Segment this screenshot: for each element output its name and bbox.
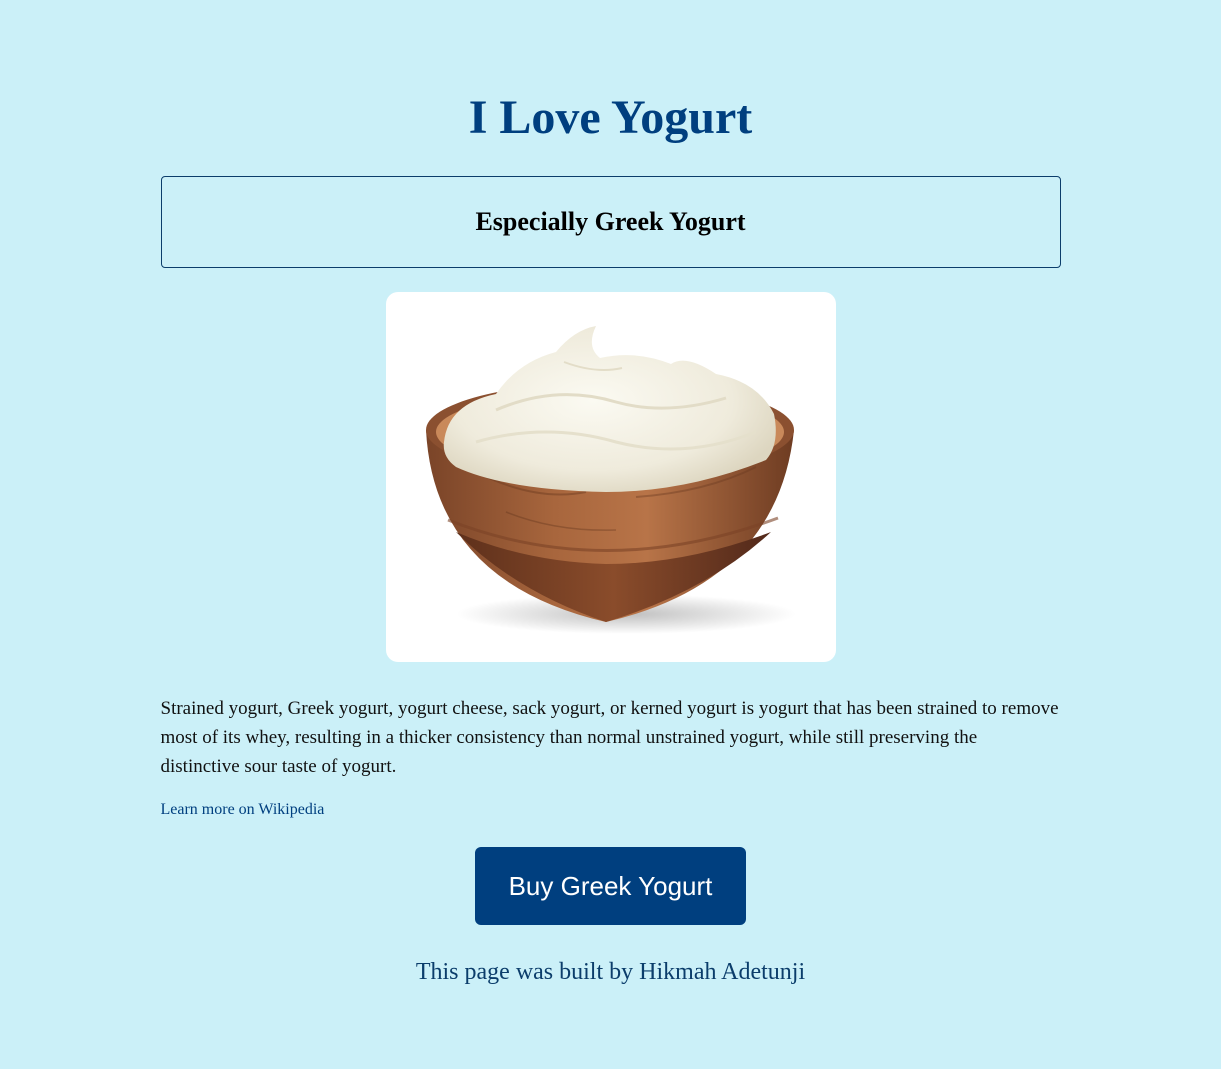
page-container: I Love Yogurt Especially Greek Yogurt St…	[160, 0, 1061, 986]
yogurt-bowl-illustration	[425, 326, 796, 634]
yogurt-image	[385, 292, 836, 662]
subtitle-box: Especially Greek Yogurt	[160, 176, 1061, 268]
wikipedia-link[interactable]: Learn more on Wikipedia	[161, 801, 325, 819]
buy-greek-yogurt-button[interactable]: Buy Greek Yogurt	[475, 847, 746, 925]
page-subtitle: Especially Greek Yogurt	[475, 207, 746, 236]
description-text: Strained yogurt, Greek yogurt, yogurt ch…	[160, 698, 1059, 777]
cta-wrapper: Buy Greek Yogurt	[161, 847, 1061, 925]
footer-credit: This page was built by Hikmah Adetunji	[415, 959, 806, 985]
page-title: I Love Yogurt	[468, 91, 753, 144]
